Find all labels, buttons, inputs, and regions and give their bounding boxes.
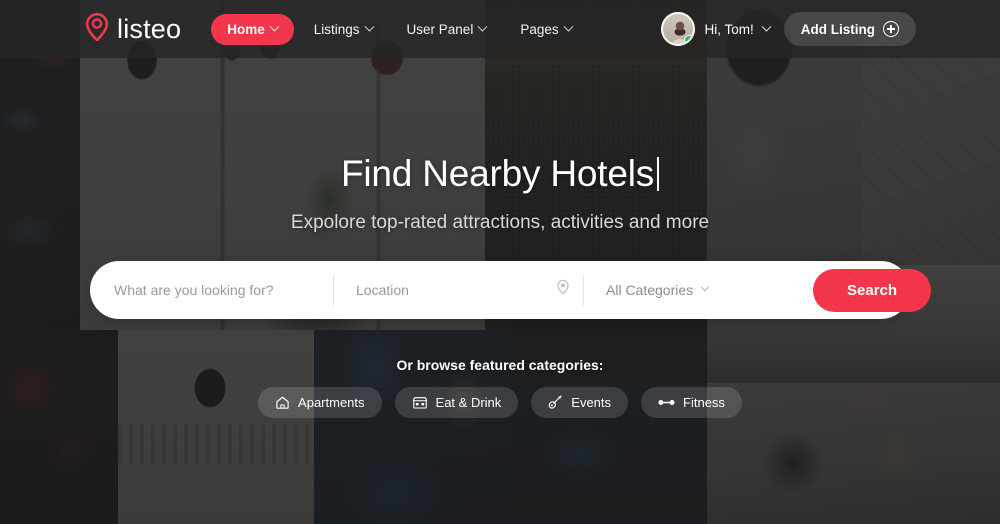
hero-title-text: Find Nearby Hotels	[340, 153, 655, 194]
main-navigation: Home Listings User Panel Pages	[211, 13, 585, 45]
category-pill-apartments[interactable]: Apartments	[258, 387, 382, 418]
nav-item-listings[interactable]: Listings	[300, 15, 387, 44]
page-root: listeo Home Listings User Panel Pages Hi…	[0, 0, 1000, 524]
nav-item-pages[interactable]: Pages	[506, 15, 585, 44]
chevron-down-icon	[269, 21, 280, 32]
hero-section: Find Nearby Hotels Expolore top-rated at…	[0, 58, 1000, 524]
chevron-down-icon	[364, 21, 374, 32]
add-listing-label: Add Listing	[800, 21, 875, 37]
nav-label-listings: Listings	[313, 21, 360, 37]
category-select[interactable]: All Categories	[606, 282, 710, 298]
category-pill-label: Apartments	[298, 395, 365, 410]
nav-item-home[interactable]: Home	[211, 13, 294, 45]
location-input[interactable]	[356, 282, 583, 298]
map-pin-icon[interactable]	[557, 279, 569, 301]
search-location-field[interactable]	[333, 274, 583, 306]
user-greeting: Hi, Tom!	[704, 21, 754, 37]
map-pin-icon	[84, 12, 110, 47]
guitar-icon	[548, 395, 563, 410]
category-pill-fitness[interactable]: Fitness	[641, 387, 742, 418]
chevron-down-icon	[761, 21, 772, 32]
home-icon	[275, 395, 290, 410]
chevron-down-icon	[700, 282, 710, 292]
site-header: listeo Home Listings User Panel Pages Hi…	[0, 0, 1000, 58]
featured-categories-list: Apartments Eat & Drink Events Fitness	[258, 387, 742, 418]
search-input[interactable]	[114, 282, 333, 298]
nav-item-user-panel[interactable]: User Panel	[393, 15, 501, 44]
avatar	[661, 12, 696, 46]
add-listing-button[interactable]: Add Listing	[783, 12, 916, 46]
category-pill-label: Events	[571, 395, 612, 410]
featured-categories-label: Or browse featured categories:	[396, 357, 604, 373]
category-select-value: All Categories	[606, 282, 694, 298]
page-title: Find Nearby Hotels	[340, 153, 660, 194]
category-pill-label: Fitness	[683, 395, 725, 410]
search-category-field[interactable]: All Categories	[583, 274, 813, 306]
search-keyword-field[interactable]	[90, 274, 333, 306]
dumbbell-icon	[658, 396, 675, 409]
search-bar: All Categories Search	[90, 261, 932, 319]
nav-label-user-panel: User Panel	[406, 21, 474, 37]
plus-circle-icon	[883, 21, 899, 37]
header-right-section: Hi, Tom! Add Listing	[661, 12, 916, 46]
chevron-down-icon	[477, 21, 488, 32]
category-pill-eat-and-drink[interactable]: Eat & Drink	[394, 387, 519, 418]
nav-label-home: Home	[227, 21, 265, 37]
user-menu[interactable]: Hi, Tom!	[661, 12, 772, 46]
logo-text: listeo	[117, 13, 182, 44]
online-status-dot	[684, 35, 694, 44]
typing-caret	[657, 156, 660, 191]
category-pill-events[interactable]: Events	[531, 387, 629, 418]
site-logo[interactable]: listeo	[84, 12, 181, 47]
chevron-down-icon	[563, 21, 574, 32]
nav-label-pages: Pages	[520, 21, 559, 37]
hero-subtitle: Expolore top-rated attractions, activiti…	[290, 212, 710, 233]
category-pill-label: Eat & Drink	[435, 395, 502, 410]
search-button[interactable]: Search	[813, 268, 932, 312]
storefront-icon	[412, 395, 428, 410]
